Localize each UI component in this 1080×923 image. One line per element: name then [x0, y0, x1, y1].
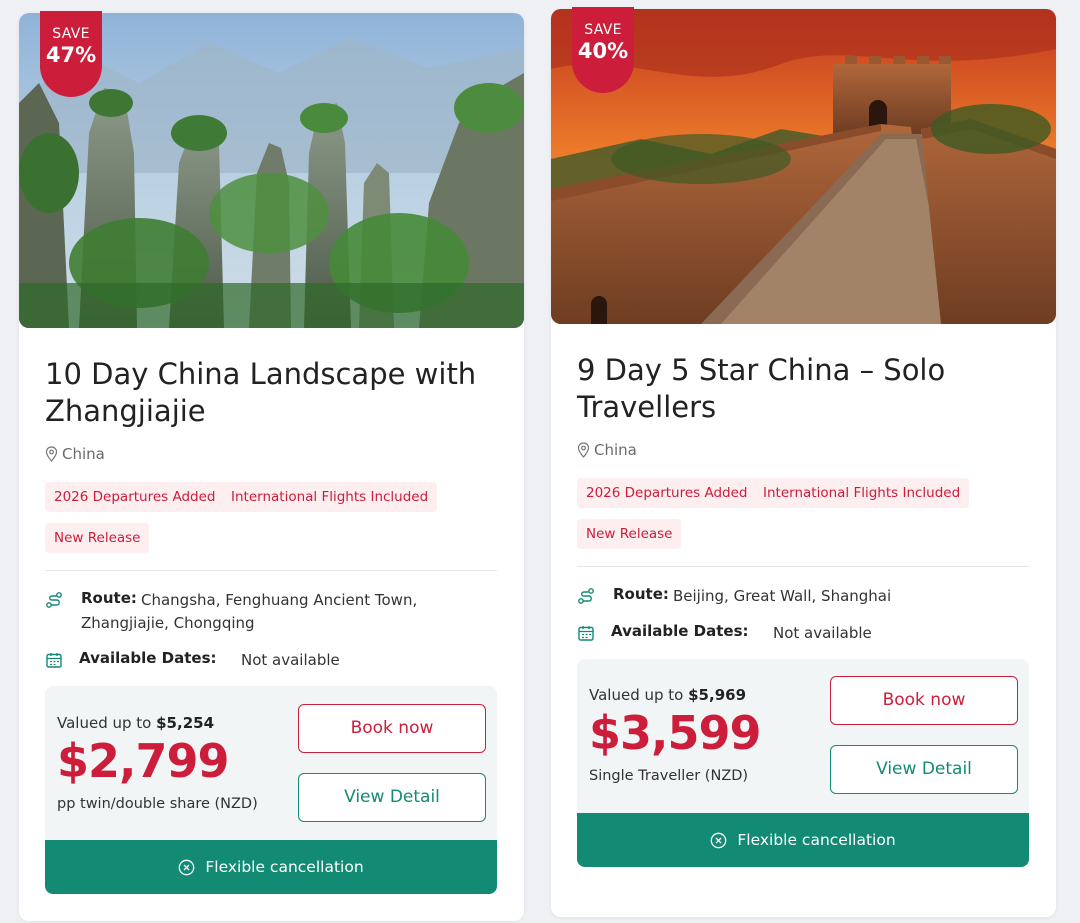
flexible-cancellation-label: Flexible cancellation	[737, 831, 896, 849]
dates-row: Available Dates: Not available	[45, 649, 505, 671]
tour-card-zhangjiajie[interactable]: SAVE 47% 10 Day China Landscape with Zha…	[19, 11, 524, 921]
tag-2026-departures: 2026 Departures Added	[45, 482, 225, 512]
dates-label: Available Dates:	[79, 649, 217, 667]
tour-card-great-wall[interactable]: SAVE 40% 9 Day 5 Star China – Solo Trave…	[551, 7, 1056, 917]
valued-amount: $5,254	[156, 714, 215, 732]
book-now-button[interactable]: Book now	[830, 676, 1018, 725]
badge-percent: 40%	[577, 39, 629, 63]
book-now-button[interactable]: Book now	[298, 704, 486, 753]
price: $2,799	[57, 734, 230, 788]
valued-amount: $5,969	[688, 686, 747, 704]
route-label: Route:	[613, 585, 669, 603]
route-value: Changsha, Fenghuang Ancient Town, Zhangj…	[81, 591, 418, 632]
calendar-icon	[46, 653, 62, 668]
valued-up-to: Valued up to $5,254	[57, 714, 214, 732]
dates-value: Not available	[773, 624, 872, 642]
tour-location: China	[577, 441, 637, 459]
map-pin-icon	[45, 446, 58, 462]
x-circle-icon	[179, 859, 195, 875]
badge-save-label: SAVE	[52, 26, 90, 42]
calendar-icon	[578, 626, 594, 641]
badge-percent: 47%	[45, 43, 97, 67]
price: $3,599	[589, 706, 762, 760]
price-box: Valued up to $5,969 $3,599 Single Travel…	[577, 659, 1029, 867]
map-pin-icon	[577, 442, 590, 458]
valued-prefix: Valued up to	[57, 714, 152, 732]
dates-value: Not available	[241, 651, 340, 669]
dates-row: Available Dates: Not available	[577, 622, 1037, 644]
location-text: China	[62, 445, 105, 463]
route-icon	[578, 588, 594, 604]
tour-location: China	[45, 445, 105, 463]
tour-title[interactable]: 9 Day 5 Star China – Solo Travellers	[577, 352, 1037, 426]
route-row: Route: Beijing, Great Wall, Shanghai	[577, 585, 1037, 607]
flexible-cancellation-label: Flexible cancellation	[205, 858, 364, 876]
tag-international-flights: International Flights Included	[754, 478, 970, 508]
price-box: Valued up to $5,254 $2,799 pp twin/doubl…	[45, 686, 497, 894]
route-value: Beijing, Great Wall, Shanghai	[673, 587, 892, 605]
flexible-cancellation-bar: Flexible cancellation	[577, 813, 1029, 867]
tag-new-release: New Release	[45, 523, 150, 553]
valued-prefix: Valued up to	[589, 686, 684, 704]
tag-new-release: New Release	[577, 519, 682, 549]
route-row: Route: Changsha, Fenghuang Ancient Town,…	[45, 589, 505, 637]
dates-label: Available Dates:	[611, 622, 749, 640]
discount-badge: SAVE 47%	[40, 11, 102, 97]
tag-international-flights: International Flights Included	[222, 482, 438, 512]
discount-badge: SAVE 40%	[572, 7, 634, 93]
divider	[45, 570, 497, 571]
price-note: pp twin/double share (NZD)	[57, 796, 258, 812]
location-text: China	[594, 441, 637, 459]
tag-2026-departures: 2026 Departures Added	[577, 478, 757, 508]
view-detail-button[interactable]: View Detail	[830, 745, 1018, 794]
divider	[577, 566, 1029, 567]
view-detail-button[interactable]: View Detail	[298, 773, 486, 822]
x-circle-icon	[711, 832, 727, 848]
badge-save-label: SAVE	[584, 22, 622, 38]
valued-up-to: Valued up to $5,969	[589, 686, 746, 704]
tour-title[interactable]: 10 Day China Landscape with Zhangjiajie	[45, 356, 505, 430]
price-note: Single Traveller (NZD)	[589, 768, 749, 784]
flexible-cancellation-bar: Flexible cancellation	[45, 840, 497, 894]
route-icon	[46, 592, 62, 608]
